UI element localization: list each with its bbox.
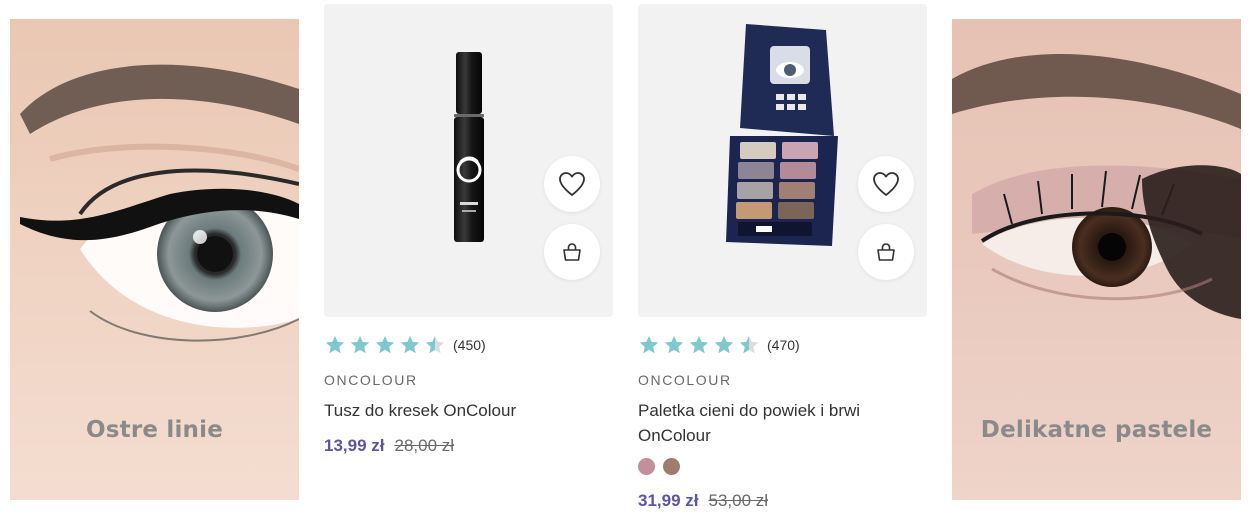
add-to-cart-button[interactable] xyxy=(858,224,914,280)
star-icon xyxy=(375,335,395,354)
banner-sharp-lines[interactable]: Ostre linie xyxy=(10,19,299,500)
shopping-bag-icon xyxy=(877,243,895,261)
product-image[interactable] xyxy=(638,4,927,317)
banner-label: Ostre linie xyxy=(85,417,223,443)
star-icon xyxy=(400,335,420,354)
star-icon xyxy=(714,335,734,354)
current-price: 31,99 zł xyxy=(638,491,699,510)
product-name-link[interactable]: Paletka cieni do powiek i brwi OnColour xyxy=(638,398,908,448)
add-to-wishlist-button[interactable] xyxy=(858,156,914,212)
old-price: 28,00 zł xyxy=(394,436,455,455)
product-brand: ONCOLOUR xyxy=(638,372,732,388)
eyeshadow-palette-image xyxy=(726,24,838,246)
current-price: 13,99 zł xyxy=(324,436,385,455)
color-swatch[interactable] xyxy=(663,458,680,475)
half-star-icon xyxy=(425,335,445,354)
heart-icon xyxy=(873,172,899,196)
rating-stars: (450) xyxy=(324,333,486,357)
price-row: 13,99 zł 28,00 zł xyxy=(324,436,454,456)
color-swatches xyxy=(638,458,680,475)
heart-icon xyxy=(559,172,585,196)
product-card[interactable]: (470) ONCOLOUR Paletka cieni do powiek i… xyxy=(638,4,928,510)
product-image[interactable] xyxy=(324,4,613,317)
price-row: 31,99 zł 53,00 zł xyxy=(638,491,768,511)
eyeliner-tube-image xyxy=(454,52,484,242)
shopping-bag-icon xyxy=(563,243,581,261)
add-to-wishlist-button[interactable] xyxy=(544,156,600,212)
banner-label: Delikatne pastele xyxy=(980,417,1213,443)
add-to-cart-button[interactable] xyxy=(544,224,600,280)
rating-count: (470) xyxy=(767,337,800,353)
half-star-icon xyxy=(739,335,759,354)
rating-count: (450) xyxy=(453,337,486,353)
star-icon xyxy=(639,335,659,354)
product-brand: ONCOLOUR xyxy=(324,372,418,388)
star-icon xyxy=(350,335,370,354)
product-card[interactable]: (450) ONCOLOUR Tusz do kresek OnColour 1… xyxy=(324,4,614,455)
product-name-link[interactable]: Tusz do kresek OnColour xyxy=(324,398,594,423)
banner-delicate-pastels[interactable]: Delikatne pastele xyxy=(952,19,1241,500)
star-icon xyxy=(664,335,684,354)
color-swatch[interactable] xyxy=(638,458,655,475)
star-icon xyxy=(689,335,709,354)
old-price: 53,00 zł xyxy=(708,491,769,510)
rating-stars: (470) xyxy=(638,333,800,357)
star-icon xyxy=(325,335,345,354)
